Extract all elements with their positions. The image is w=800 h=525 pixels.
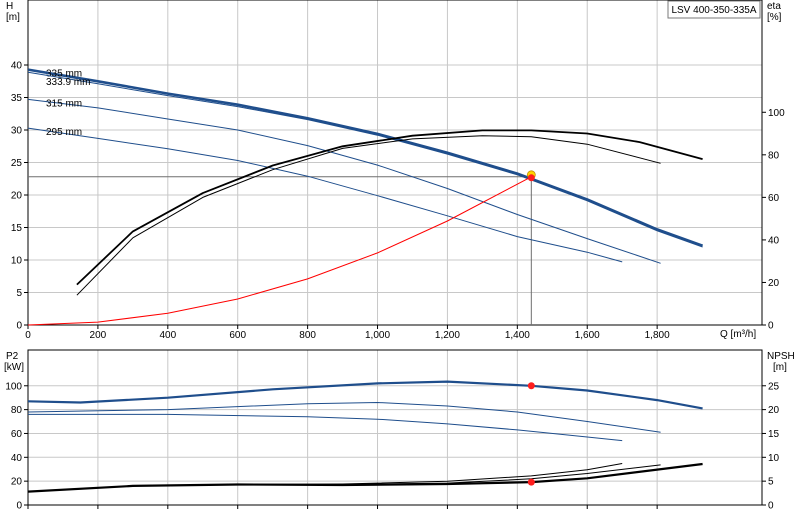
npsh-curve-3 [27, 462, 703, 493]
npsh-axis-title: NPSH [767, 351, 795, 362]
left-axis-unit: [m] [6, 12, 20, 23]
right-axis-unit: [%] [767, 12, 782, 23]
y-tick-label-left: 20 [11, 477, 23, 488]
left-axis-title: H [6, 1, 13, 12]
x-axis-title: Q [m³/h] [720, 329, 756, 340]
y-tick-label-right: 80 [768, 150, 780, 161]
power-axis-unit: [kW] [4, 362, 24, 373]
npsh-duty-point-marker [527, 478, 535, 486]
power-axis-title: P2 [6, 351, 19, 362]
x-tick-label: 1,400 [505, 330, 530, 341]
y-tick-label-right: 100 [768, 108, 785, 119]
head-curve-label-3: 295 mm [46, 127, 82, 138]
y-tick-label-right: 0 [768, 501, 774, 512]
y-tick-label-left: 30 [11, 126, 23, 137]
y-tick-label-right: 20 [768, 278, 780, 289]
y-tick-label-left: 40 [11, 61, 23, 72]
power-curve-2 [28, 413, 623, 442]
pump-curve-chart: 0 5 10 15 20 25 30 35 40 0 20 40 60 80 100 0 200 400 600 80… [0, 0, 800, 520]
y-tick-label-right: 60 [768, 193, 780, 204]
power-npsh-panel: 0 20 40 60 80 100 0 5 10 15 20 25 P2[kW] NPSH[m] [4, 349, 795, 512]
head-efficiency-panel: 05101520253035400204060801000 200 400 600 80… [6, 0, 785, 341]
head-curve-1 [27, 71, 703, 248]
chart-title: LSV 400-350-335A [671, 5, 756, 16]
npsh-curve-4 [27, 464, 661, 493]
x-tick-label: 400 [159, 330, 176, 341]
head-curve-2 [27, 98, 661, 264]
y-tick-label-left: 40 [11, 453, 23, 464]
head-curve-0 [27, 68, 704, 247]
npsh-axis-unit: [m] [773, 362, 787, 373]
y-tick-label-right: 25 [768, 381, 780, 392]
y-tick-label-left: 100 [5, 381, 22, 392]
y-tick-label-right: 15 [768, 429, 780, 440]
power-curve-1 [27, 402, 661, 433]
y-tick-label-right: 0 [768, 321, 774, 332]
plot-frame [27, 349, 763, 506]
y-tick-label-left: 20 [11, 191, 23, 202]
y-tick-label-left: 10 [11, 256, 23, 267]
y-tick-label-right: 40 [768, 235, 780, 246]
head-curve-label-1: 333.9 mm [46, 77, 90, 88]
head-curve-label-2: 315 mm [46, 98, 82, 109]
y-tick-label-left: 5 [16, 288, 22, 299]
x-tick-label: 0 [25, 330, 31, 341]
x-tick-label: 1,600 [575, 330, 600, 341]
x-tick-label: 1,800 [645, 330, 670, 341]
y-tick-label-right: 10 [768, 453, 780, 464]
x-tick-label: 200 [90, 330, 107, 341]
y-tick-label-left: 0 [16, 501, 22, 512]
x-tick-label: 600 [229, 330, 246, 341]
y-tick-label-left: 25 [11, 158, 23, 169]
right-axis-title: eta [767, 1, 781, 12]
y-tick-label-left: 60 [11, 429, 23, 440]
y-tick-label-left: 0 [16, 321, 22, 332]
y-tick-label-left: 15 [11, 223, 23, 234]
y-tick-label-left: 80 [11, 405, 23, 416]
y-tick-label-left: 35 [11, 93, 23, 104]
efficiency-curve-6 [76, 135, 661, 296]
duty-point-marker-red [527, 174, 535, 182]
x-tick-label: 800 [299, 330, 316, 341]
x-tick-label: 1,200 [435, 330, 460, 341]
y-tick-label-right: 20 [768, 405, 780, 416]
pump-curve-svg: 05101520253035400204060801000 200 400 600 80… [4, 0, 795, 512]
system-curve [27, 176, 532, 326]
y-tick-label-right: 5 [768, 477, 774, 488]
x-tick-label: 1,000 [365, 330, 390, 341]
power-duty-point-marker [527, 382, 535, 390]
